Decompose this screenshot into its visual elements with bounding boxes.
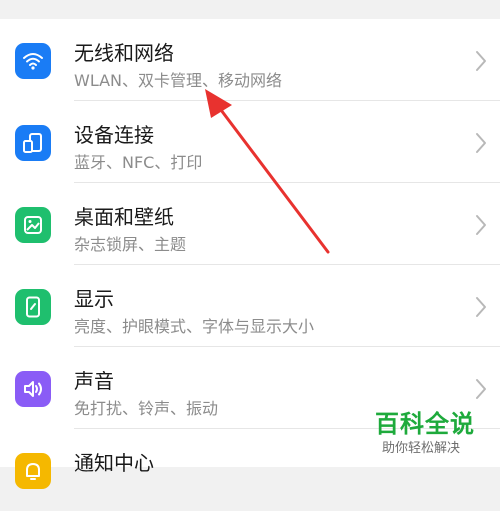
watermark-logo: 百科全说 助你轻松解决	[372, 404, 492, 460]
settings-item-subtitle: WLAN、双卡管理、移动网络	[74, 71, 283, 90]
display-icon	[15, 289, 51, 325]
settings-list: 无线和网络 WLAN、双卡管理、移动网络 设备连接 蓝牙、NFC、打印 桌面和壁…	[0, 19, 500, 489]
speaker-icon	[15, 371, 51, 407]
chevron-right-icon	[476, 379, 486, 399]
settings-item-title: 设备连接	[74, 123, 154, 147]
wifi-icon	[15, 43, 51, 79]
wallpaper-icon	[15, 207, 51, 243]
settings-item-title: 通知中心	[74, 451, 154, 475]
settings-item-display[interactable]: 显示 亮度、护眼模式、字体与显示大小	[0, 265, 500, 347]
chevron-right-icon	[476, 133, 486, 153]
device-connect-icon	[15, 125, 51, 161]
top-gap	[0, 0, 500, 19]
chevron-right-icon	[476, 297, 486, 317]
settings-item-title: 声音	[74, 369, 114, 393]
settings-item-device-connection[interactable]: 设备连接 蓝牙、NFC、打印	[0, 101, 500, 183]
settings-item-wireless-network[interactable]: 无线和网络 WLAN、双卡管理、移动网络	[0, 19, 500, 101]
settings-item-subtitle: 亮度、护眼模式、字体与显示大小	[74, 317, 315, 336]
settings-item-title: 显示	[74, 287, 114, 311]
settings-item-subtitle: 杂志锁屏、主题	[74, 235, 187, 254]
watermark-title: 百科全说	[375, 410, 475, 438]
settings-item-title: 无线和网络	[74, 41, 174, 65]
settings-item-desktop-wallpaper[interactable]: 桌面和壁纸 杂志锁屏、主题	[0, 183, 500, 265]
notification-icon	[15, 453, 51, 489]
watermark-subtitle: 助你轻松解决	[382, 441, 461, 456]
settings-item-title: 桌面和壁纸	[74, 205, 174, 229]
settings-item-subtitle: 蓝牙、NFC、打印	[74, 153, 203, 172]
settings-item-subtitle: 免打扰、铃声、振动	[74, 399, 219, 418]
chevron-right-icon	[476, 51, 486, 71]
chevron-right-icon	[476, 215, 486, 235]
